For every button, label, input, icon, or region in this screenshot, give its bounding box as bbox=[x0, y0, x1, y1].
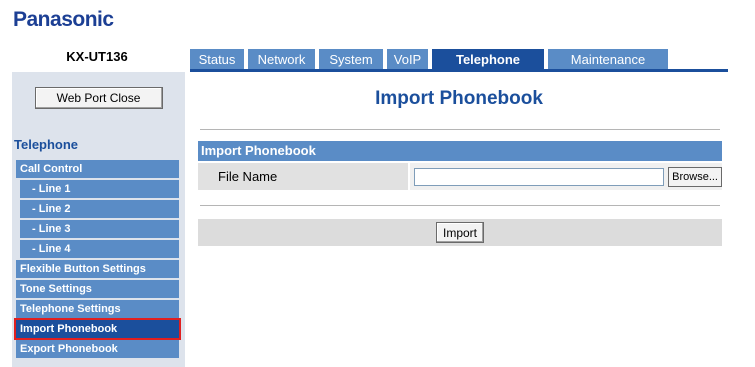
sidebar-title: Telephone bbox=[14, 137, 79, 152]
file-name-row: File Name Browse... bbox=[198, 163, 722, 190]
divider bbox=[200, 205, 720, 206]
web-port-close-area: Web Port Close bbox=[12, 72, 185, 124]
sidebar-item-line-1[interactable]: - Line 1 bbox=[20, 180, 179, 198]
tab-status[interactable]: Status bbox=[190, 49, 244, 70]
browse-button[interactable]: Browse... bbox=[668, 166, 722, 187]
sidebar-item-line-3[interactable]: - Line 3 bbox=[20, 220, 179, 238]
tab-underline bbox=[190, 69, 728, 72]
file-name-label: File Name bbox=[198, 163, 409, 190]
top-tabs: Status Network System VoIP Telephone Mai… bbox=[190, 49, 672, 70]
file-name-input[interactable] bbox=[414, 167, 665, 186]
sidebar-item-flexible-button-settings[interactable]: Flexible Button Settings bbox=[16, 260, 179, 278]
sidebar-item-call-control[interactable]: Call Control bbox=[16, 160, 179, 178]
page-title: Import Phonebook bbox=[375, 88, 543, 109]
sidebar-item-line-4[interactable]: - Line 4 bbox=[20, 240, 179, 258]
panasonic-logo: Panasonic bbox=[13, 8, 114, 31]
web-port-close-button[interactable]: Web Port Close bbox=[34, 87, 163, 109]
tab-system[interactable]: System bbox=[319, 49, 383, 70]
section-header: Import Phonebook bbox=[198, 141, 722, 161]
action-bar: Import bbox=[198, 219, 722, 246]
tab-network[interactable]: Network bbox=[248, 49, 315, 70]
sidebar-item-import-phonebook[interactable]: Import Phonebook bbox=[14, 318, 181, 340]
file-name-value-cell: Browse... bbox=[410, 163, 722, 190]
tab-voip[interactable]: VoIP bbox=[387, 49, 428, 70]
model-name: KX-UT136 bbox=[66, 49, 128, 64]
sidebar-item-tone-settings[interactable]: Tone Settings bbox=[16, 280, 179, 298]
tab-maintenance[interactable]: Maintenance bbox=[548, 49, 668, 70]
sidebar-item-line-2[interactable]: - Line 2 bbox=[20, 200, 179, 218]
sidebar-item-telephone-settings[interactable]: Telephone Settings bbox=[16, 300, 179, 318]
sidebar-item-export-phonebook[interactable]: Export Phonebook bbox=[16, 340, 179, 358]
divider bbox=[200, 129, 720, 130]
tab-telephone[interactable]: Telephone bbox=[432, 49, 544, 70]
sidebar-menu: Call Control - Line 1 - Line 2 - Line 3 … bbox=[14, 160, 181, 360]
import-button[interactable]: Import bbox=[435, 222, 484, 243]
